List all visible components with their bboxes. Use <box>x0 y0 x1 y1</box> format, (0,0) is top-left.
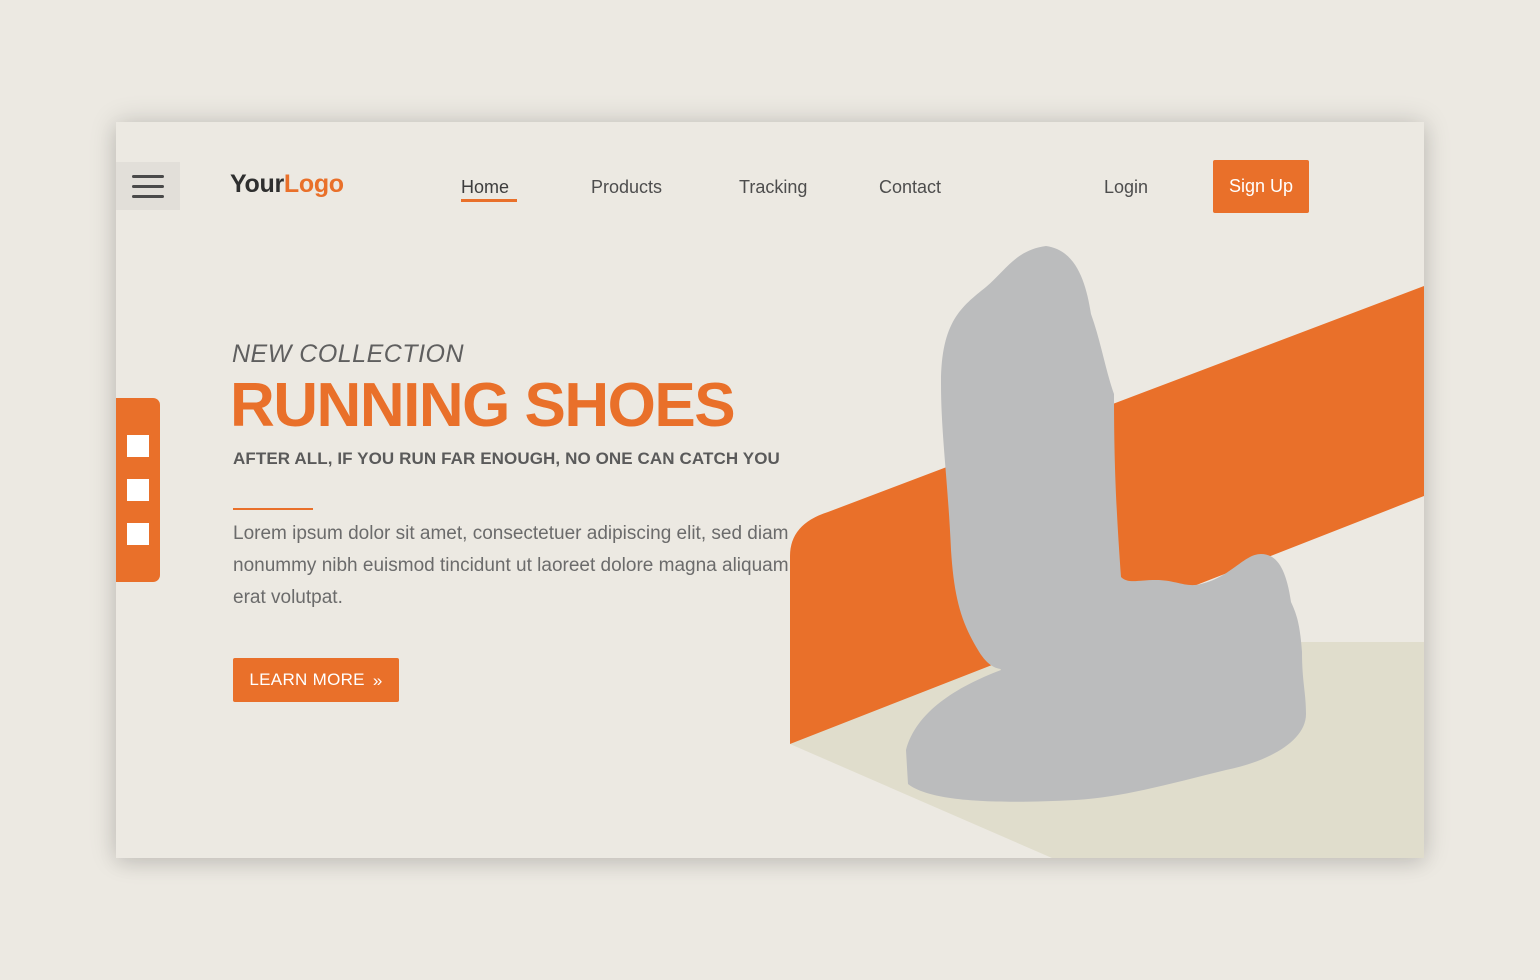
menu-bar <box>132 184 164 188</box>
double-chevron-right-icon: » <box>372 670 383 690</box>
menu-bar <box>132 174 164 178</box>
signup-button[interactable]: Sign Up <box>1213 160 1309 213</box>
side-tab <box>116 398 160 582</box>
nav-home[interactable]: Home <box>461 177 509 198</box>
landing-page-card: YourLogo Home Products Tracking Contact … <box>116 122 1424 858</box>
nav-contact[interactable]: Contact <box>879 177 941 198</box>
hero-body: Lorem ipsum dolor sit amet, consectetuer… <box>233 523 789 608</box>
hero-illustration <box>790 246 1424 858</box>
learn-more-label: LEARN MORE <box>249 670 365 689</box>
logo-text-accent: Logo <box>283 170 344 198</box>
hamburger-menu-icon[interactable] <box>116 162 180 210</box>
menu-bar <box>132 194 164 198</box>
hero-tagline: AFTER ALL, IF YOU RUN FAR ENOUGH, NO ONE… <box>233 449 780 468</box>
hero-title: RUNNING SHOES <box>230 371 736 440</box>
side-tab-square[interactable] <box>127 523 149 545</box>
hero-eyebrow: NEW COLLECTION <box>232 340 465 368</box>
hero-divider <box>233 508 313 510</box>
login-link[interactable]: Login <box>1104 177 1148 198</box>
nav-tracking[interactable]: Tracking <box>739 177 807 198</box>
logo-text-primary: Your <box>230 170 284 198</box>
nav-products[interactable]: Products <box>591 177 662 198</box>
side-tab-square[interactable] <box>127 435 149 457</box>
nav-active-indicator <box>461 199 517 202</box>
logo[interactable]: YourLogo <box>230 170 344 199</box>
learn-more-button[interactable]: LEARN MORE » <box>233 658 399 702</box>
side-tab-square[interactable] <box>127 479 149 501</box>
